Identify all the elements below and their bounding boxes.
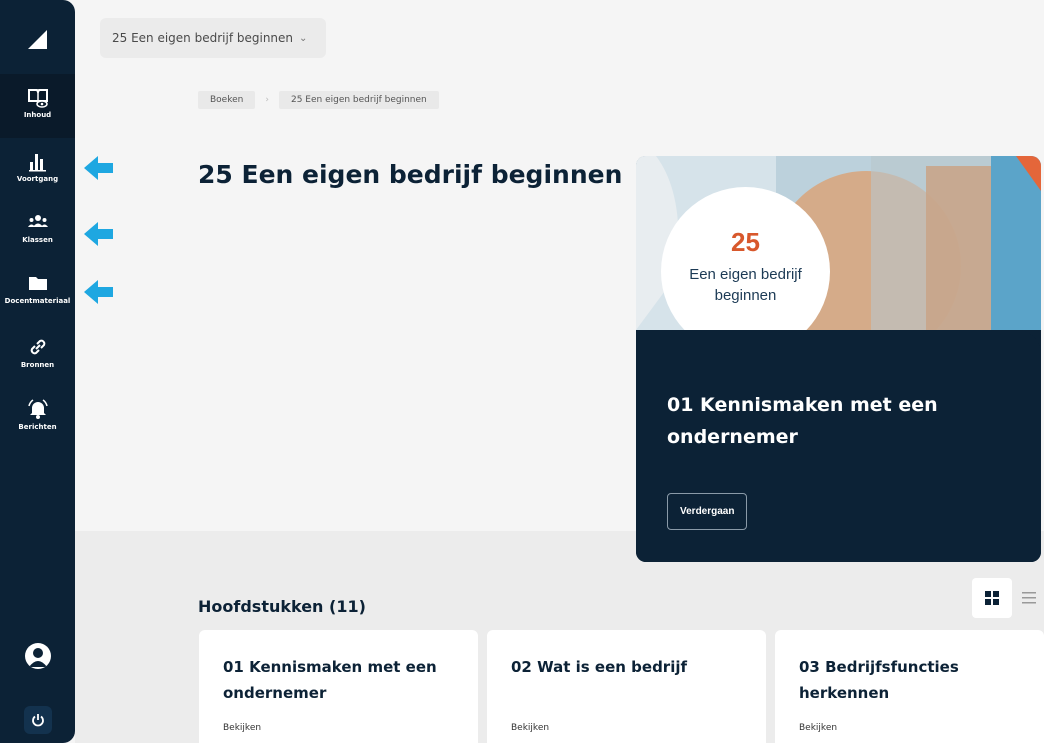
view-chapter-link[interactable]: Bekijken: [223, 723, 261, 733]
badge-number: 25: [731, 227, 760, 257]
logo-triangle-icon: [28, 29, 47, 49]
view-chapter-link[interactable]: Bekijken: [799, 723, 837, 733]
breadcrumb-item-boeken[interactable]: Boeken: [198, 91, 256, 109]
people-icon: [27, 211, 49, 233]
bar-chart-icon: [27, 150, 49, 172]
chevron-down-icon: ⌄: [299, 32, 308, 44]
chevron-right-icon: ›: [265, 95, 269, 105]
sidebar-item-label: Klassen: [22, 236, 53, 244]
sidebar: Inhoud Voortgang Klassen Docentmateriaal…: [0, 0, 75, 743]
grid-icon: [985, 591, 999, 605]
sidebar-item-berichten[interactable]: Berichten: [0, 398, 75, 431]
breadcrumb-item-current: 25 Een eigen bedrijf beginnen: [278, 91, 439, 109]
chapter-title: 02 Wat is een bedrijf: [511, 658, 688, 676]
annotation-arrow-icon: [82, 154, 114, 182]
book-selector-label: 25 Een eigen bedrijf beginnen: [112, 31, 294, 45]
cover-image: 25 Een eigen bedrijf beginnen: [636, 156, 1041, 330]
book-eye-icon: [27, 86, 49, 108]
sidebar-item-docentmateriaal[interactable]: Docentmateriaal: [0, 272, 75, 305]
chapter-title: 01 Kennismaken met een ondernemer: [223, 658, 437, 702]
list-view-toggle[interactable]: [1014, 578, 1044, 618]
sidebar-item-klassen[interactable]: Klassen: [0, 211, 75, 244]
card-title: 01 Kennismaken met een ondernemer: [667, 394, 938, 448]
book-selector[interactable]: 25 Een eigen bedrijf beginnen ⌄: [100, 18, 326, 58]
chapter-title: 03 Bedrijfsfuncties herkennen: [799, 658, 959, 702]
sidebar-item-label: Voortgang: [16, 175, 59, 183]
chapters-heading: Hoofdstukken (11): [198, 597, 366, 616]
sidebar-item-voortgang[interactable]: Voortgang: [0, 150, 75, 183]
continue-card: 25 Een eigen bedrijf beginnen 01 Kennism…: [636, 156, 1041, 562]
sidebar-item-label: Docentmateriaal: [4, 297, 71, 305]
breadcrumb: Boeken › 25 Een eigen bedrijf beginnen: [198, 91, 439, 109]
continue-button[interactable]: Verdergaan: [667, 493, 748, 530]
badge-text: Een eigen bedrijf beginnen: [689, 266, 802, 304]
bell-icon: [27, 398, 49, 420]
annotation-arrow-icon: [82, 220, 114, 248]
power-icon[interactable]: [24, 706, 52, 734]
grid-view-toggle[interactable]: [972, 578, 1012, 618]
chapter-card[interactable]: 03 Bedrijfsfuncties herkennen Bekijken: [775, 630, 1044, 743]
chapter-card[interactable]: 01 Kennismaken met een ondernemer Bekijk…: [199, 630, 478, 743]
link-icon: [27, 336, 49, 358]
annotation-arrow-icon: [82, 278, 114, 306]
chapter-card[interactable]: 02 Wat is een bedrijf Bekijken: [487, 630, 766, 743]
sidebar-item-bronnen[interactable]: Bronnen: [0, 336, 75, 369]
view-chapter-link[interactable]: Bekijken: [511, 723, 549, 733]
sidebar-item-label: Bronnen: [20, 361, 55, 369]
sidebar-item-label: Berichten: [18, 423, 57, 431]
page-title: 25 Een eigen bedrijf beginnen: [198, 160, 623, 189]
sidebar-item-inhoud[interactable]: Inhoud: [0, 74, 75, 138]
list-icon: [1022, 592, 1036, 604]
logo[interactable]: [0, 0, 75, 72]
folder-icon: [27, 272, 49, 294]
sidebar-item-label: Inhoud: [23, 111, 52, 119]
user-avatar-icon[interactable]: [25, 643, 51, 669]
